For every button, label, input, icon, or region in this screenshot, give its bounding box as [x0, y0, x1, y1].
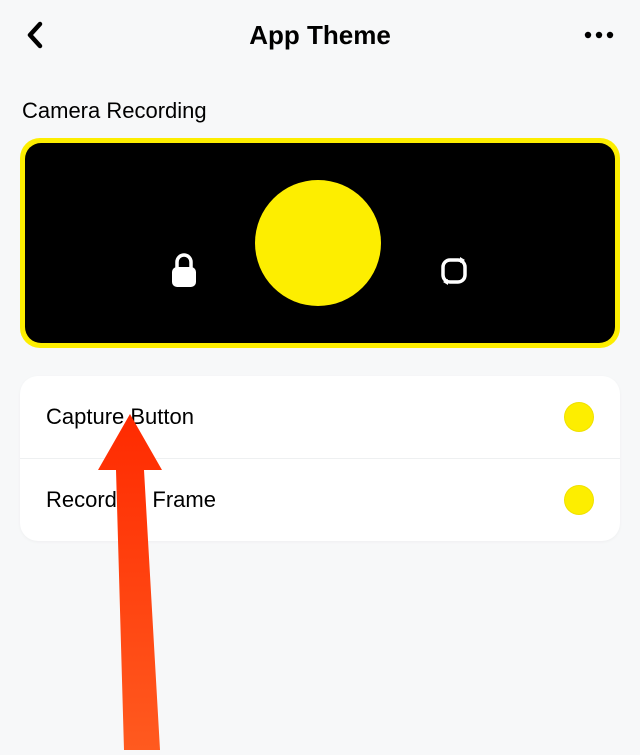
color-swatch: [564, 485, 594, 515]
capture-button-preview: [255, 180, 381, 306]
recording-preview-card: [20, 138, 620, 348]
option-label: Capture Button: [46, 404, 194, 430]
section-label: Camera Recording: [0, 70, 640, 138]
back-button[interactable]: [26, 15, 66, 55]
page-title: App Theme: [249, 20, 391, 51]
lock-icon: [169, 253, 199, 289]
color-swatch: [564, 402, 594, 432]
more-horizontal-icon: [584, 31, 614, 39]
chevron-left-icon: [26, 21, 44, 49]
option-recording-frame[interactable]: Recording Frame: [20, 459, 620, 541]
option-label: Recording Frame: [46, 487, 216, 513]
header: App Theme: [0, 0, 640, 70]
more-button[interactable]: [574, 15, 614, 55]
flip-camera-icon: [437, 254, 471, 288]
option-capture-button[interactable]: Capture Button: [20, 376, 620, 459]
options-card: Capture Button Recording Frame: [20, 376, 620, 541]
recording-preview-inner: [25, 143, 615, 343]
